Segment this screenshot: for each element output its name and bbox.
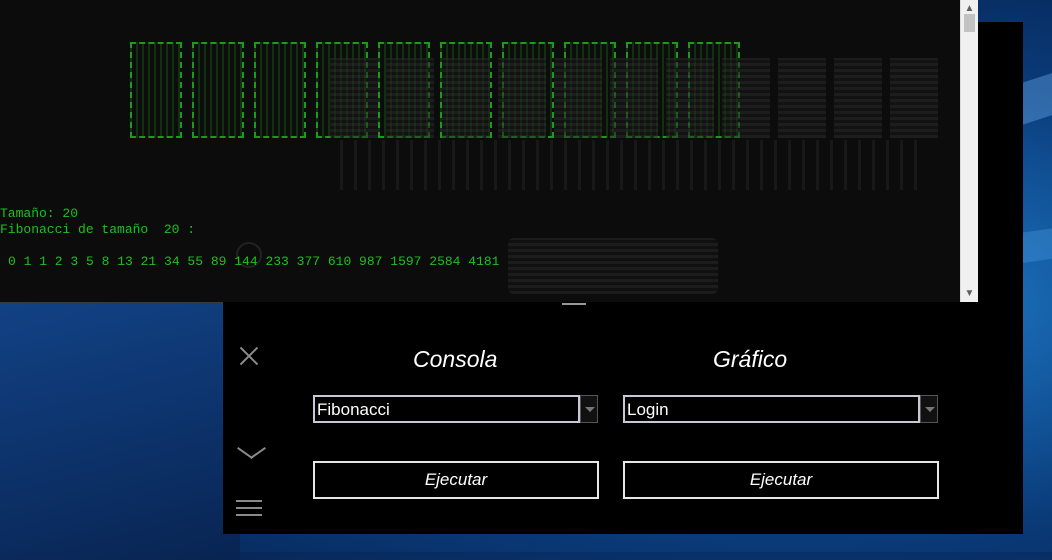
chevron-down-icon[interactable] xyxy=(237,448,261,464)
resize-handle[interactable] xyxy=(562,303,586,305)
console-program-select[interactable]: Fibonacci xyxy=(313,395,598,423)
launcher-window-frame xyxy=(977,22,1023,302)
close-icon[interactable] xyxy=(237,344,261,368)
console-program-value: Fibonacci xyxy=(317,400,390,419)
console-window[interactable]: Tamaño: 20 Fibonacci de tamaño 20 : 0 1 … xyxy=(0,0,960,303)
launcher-panel: Consola Gráfico Fibonacci Login Ejecutar… xyxy=(223,302,1023,534)
graphic-program-value: Login xyxy=(627,400,669,419)
scroll-thumb[interactable] xyxy=(964,14,975,32)
run-console-button[interactable]: Ejecutar xyxy=(313,461,599,499)
hamburger-menu-icon[interactable] xyxy=(236,498,262,518)
chevron-down-icon[interactable] xyxy=(580,395,598,423)
console-title-line: Fibonacci de tamaño 20 : xyxy=(0,222,196,237)
desktop-wallpaper-area xyxy=(0,300,240,560)
graphic-section-heading: Gráfico xyxy=(713,346,788,372)
background-watermark-word xyxy=(508,238,718,294)
scroll-down-arrow-icon[interactable]: ▼ xyxy=(961,285,978,302)
console-fibonacci-output: 0 1 1 2 3 5 8 13 21 34 55 89 144 233 377… xyxy=(8,254,500,269)
run-graphic-button[interactable]: Ejecutar xyxy=(623,461,939,499)
graphic-program-select[interactable]: Login xyxy=(623,395,938,423)
console-vertical-scrollbar[interactable]: ▲ ▼ xyxy=(960,0,978,302)
console-size-line: Tamaño: 20 xyxy=(0,206,79,221)
background-watermark-drips xyxy=(340,140,920,190)
background-watermark-logo xyxy=(330,58,938,138)
chevron-down-icon[interactable] xyxy=(920,395,938,423)
console-section-heading: Consola xyxy=(413,346,498,372)
